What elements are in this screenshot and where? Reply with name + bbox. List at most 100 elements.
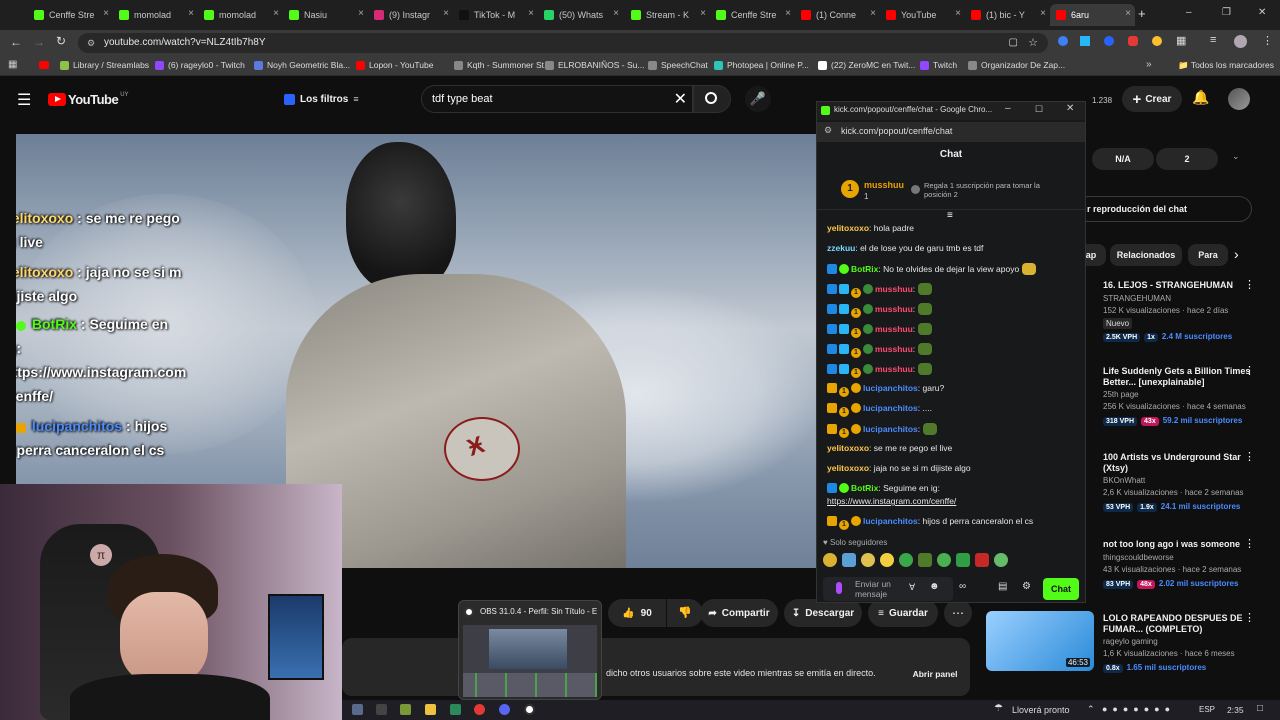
save-button[interactable]: ≡ Guardar	[868, 599, 938, 627]
clock[interactable]: 2:35	[1227, 705, 1244, 715]
taskbar-app-1-icon[interactable]	[352, 704, 363, 715]
tray-overflow-icon[interactable]: ⌃	[1087, 704, 1095, 715]
close-tab-icon[interactable]: ×	[613, 8, 619, 19]
bookmark-item[interactable]: Photopea | Online P...	[714, 60, 809, 70]
video-options-icon[interactable]: ⋮	[1244, 278, 1255, 291]
chat-username[interactable]: lucipanchitos	[863, 424, 918, 434]
show-chat-replay-button[interactable]: r reproducción del chat	[1076, 196, 1252, 222]
close-tab-icon[interactable]: ×	[443, 8, 449, 19]
search-box[interactable]: ✕	[421, 85, 693, 113]
emote-7[interactable]	[937, 553, 951, 567]
chat-scroll-down-icon[interactable]: ≡	[947, 210, 953, 221]
profile-avatar[interactable]	[1234, 35, 1247, 48]
open-panel-button[interactable]: Abrir panel	[906, 664, 964, 684]
video-title[interactable]: not too long ago i was someone	[1103, 539, 1253, 550]
chat-username[interactable]: musshuu	[875, 284, 913, 294]
clear-search-icon[interactable]: ✕	[674, 89, 687, 109]
reload-icon[interactable]: ↻	[56, 34, 66, 48]
emote-4[interactable]	[880, 553, 894, 567]
close-tab-icon[interactable]: ×	[188, 8, 194, 19]
back-icon[interactable]: ←	[10, 35, 22, 49]
close-tab-icon[interactable]: ×	[955, 8, 961, 19]
chat-username[interactable]: zzekuu	[827, 243, 855, 253]
extension-icon-3[interactable]	[1104, 36, 1114, 46]
bookmark-item[interactable]: Kqth - Summoner St...	[454, 60, 551, 70]
video-title[interactable]: 16. LEJOS - STRANGEHUMAN	[1103, 280, 1253, 291]
close-tab-icon[interactable]: ×	[1125, 8, 1131, 19]
share-button[interactable]: ➦ Compartir	[700, 599, 778, 627]
chips-next-icon[interactable]: ›	[1234, 246, 1239, 262]
mic-icon[interactable]	[836, 582, 842, 594]
chat-username[interactable]: lucipanchitos	[863, 383, 918, 393]
bookmark-star-icon[interactable]: ☆	[1028, 33, 1038, 53]
install-icon[interactable]: ▢	[1009, 33, 1018, 53]
taskbar-folder-icon[interactable]	[425, 704, 436, 715]
bookmark-item[interactable]: (22) ZeroMC en Twit...	[818, 60, 915, 70]
bookmark-item[interactable]: SpeechChat	[648, 60, 708, 70]
close-tab-icon[interactable]: ×	[700, 8, 706, 19]
bookmark-youtube-icon[interactable]	[39, 61, 49, 69]
tab-two[interactable]: 2	[1156, 148, 1218, 170]
taskbar-chrome-icon[interactable]	[474, 704, 485, 715]
chat-settings-icon[interactable]: ⚙	[1022, 581, 1031, 592]
botrix-instagram-link[interactable]: https://www.instagram.com/cenffe/	[827, 496, 956, 506]
all-bookmarks-folder[interactable]: 📁 Todos los marcadores	[1178, 60, 1274, 71]
video-options-icon[interactable]: ⋮	[1244, 537, 1255, 550]
like-button[interactable]: 👍 90	[608, 599, 666, 627]
taskbar-obs-icon[interactable]	[524, 704, 535, 715]
url-tune-icon[interactable]: ⚙	[824, 125, 832, 136]
bookmark-item[interactable]: Organizador De Zap...	[968, 60, 1065, 70]
taskbar-app-5-icon[interactable]	[450, 704, 461, 715]
close-tab-icon[interactable]: ×	[1040, 8, 1046, 19]
input-language[interactable]: ESP	[1199, 705, 1215, 714]
bookmark-item[interactable]: Lopon - YouTube	[356, 60, 433, 70]
restore-window-icon[interactable]: ❐	[1222, 7, 1231, 18]
browser-tab[interactable]: (1) Conne ×	[795, 4, 880, 26]
browser-tab[interactable]: TikTok - M ×	[453, 4, 538, 26]
bookmark-item[interactable]: ELROBANIÑOS - Su...	[545, 60, 644, 70]
bookmark-item[interactable]: Twitch	[920, 60, 957, 70]
chat-username[interactable]: BotRix	[851, 264, 878, 274]
gifter-name[interactable]: musshuu	[864, 180, 904, 190]
taskbar-app-3-icon[interactable]	[400, 704, 411, 715]
more-actions-button[interactable]: ⋯	[944, 599, 972, 627]
address-bar[interactable]: ⚙ youtube.com/watch?v=NLZ4tIb7h8Y ▢ ☆	[78, 33, 1048, 53]
taskbar-app-2-icon[interactable]	[376, 704, 387, 715]
points-icon[interactable]: ∞	[959, 581, 966, 592]
chat-username[interactable]: lucipanchitos	[863, 516, 918, 526]
maximize-icon[interactable]: ☐	[1035, 104, 1043, 115]
video-options-icon[interactable]: ⋮	[1244, 450, 1255, 463]
extension-icon-2[interactable]	[1080, 36, 1090, 46]
chat-username[interactable]: musshuu	[875, 324, 913, 334]
forward-icon[interactable]: →	[33, 35, 45, 49]
chat-username[interactable]: lucipanchitos	[863, 403, 918, 413]
hamburger-menu-icon[interactable]: ☰	[17, 90, 31, 110]
site-info-icon[interactable]: ⚙	[87, 33, 95, 53]
browser-tab[interactable]: momolad ×	[113, 4, 198, 26]
video-title[interactable]: 100 Artists vs Underground Star (Xtsy)	[1103, 452, 1253, 474]
bookmark-item[interactable]: (6) rageylo0 - Twitch	[155, 60, 245, 70]
close-tab-icon[interactable]: ×	[870, 8, 876, 19]
emote-8[interactable]	[956, 553, 970, 567]
video-title[interactable]: Life Suddenly Gets a Billion Times Bette…	[1103, 366, 1253, 388]
chat-username[interactable]: musshuu	[875, 344, 913, 354]
recommended-video[interactable]: 46:53 LOLO RAPEANDO DESPUES DE FUMAR... (…	[986, 611, 1280, 693]
create-button[interactable]: + Crear	[1122, 86, 1182, 112]
dislike-button[interactable]: 👎	[667, 599, 703, 627]
extension-icon-5[interactable]	[1152, 36, 1162, 46]
download-button[interactable]: ↧ Descargar	[784, 599, 862, 627]
chat-username[interactable]: yelitoxoxo	[827, 463, 869, 473]
browser-tab[interactable]: momolad ×	[198, 4, 283, 26]
search-button[interactable]	[693, 85, 731, 113]
browser-tab[interactable]: Cenffe Stre ×	[710, 4, 795, 26]
chat-username[interactable]: yelitoxoxo	[827, 443, 869, 453]
youtube-logo[interactable]: YouTube UY	[48, 92, 129, 107]
gift-shop-icon[interactable]: ▤	[998, 581, 1007, 592]
video-options-icon[interactable]: ⋮	[1244, 611, 1255, 624]
minimize-icon[interactable]: –	[1005, 103, 1011, 114]
tray-icons[interactable]: ●●●●●●●	[1102, 704, 1175, 714]
emote-9[interactable]	[975, 553, 989, 567]
browser-tab[interactable]: Stream - K ×	[625, 4, 710, 26]
notifications-bell-icon[interactable]: 🔔	[1192, 89, 1209, 106]
send-chat-button[interactable]: Chat	[1043, 578, 1079, 600]
